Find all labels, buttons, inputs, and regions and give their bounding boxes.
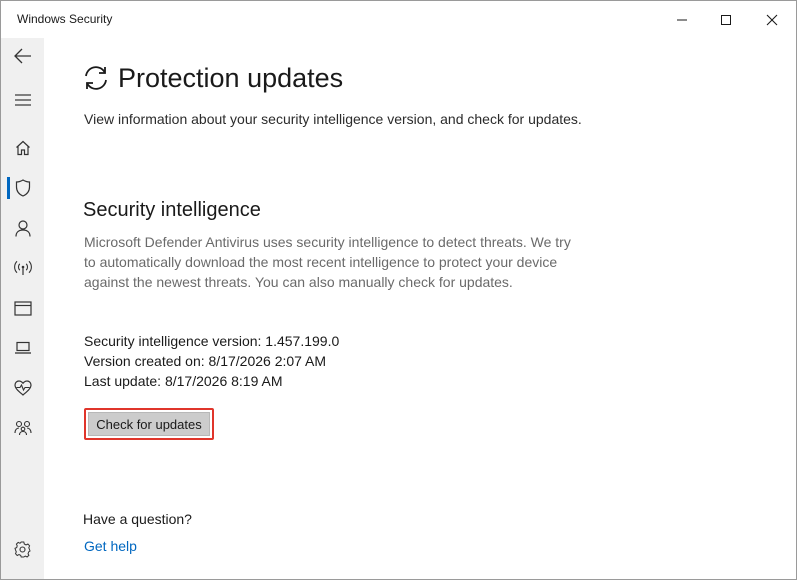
maximize-icon [721, 14, 731, 25]
close-button[interactable] [747, 1, 796, 38]
minimize-button[interactable] [657, 1, 707, 38]
nav-item-firewall[interactable] [1, 248, 44, 288]
menu-button[interactable] [1, 80, 44, 120]
main-content: Protection updates View information abou… [44, 38, 796, 579]
page-intro: View information about your security int… [84, 111, 582, 127]
gear-icon [14, 541, 31, 558]
title-bar: Windows Security [1, 1, 796, 38]
last-update: Last update: 8/17/2026 8:19 AM [84, 373, 283, 389]
sidebar [1, 38, 44, 579]
nav-item-family-options[interactable] [1, 408, 44, 448]
page-header: Protection updates [82, 60, 343, 96]
shield-icon [15, 179, 30, 197]
minimize-icon [677, 19, 687, 20]
back-arrow-icon [13, 48, 31, 64]
nav-item-device-security[interactable] [1, 328, 44, 368]
hamburger-menu-icon [14, 94, 31, 106]
windows-security-window: Windows Security Protection updates View… [0, 0, 797, 580]
nav-item-virus-protection[interactable] [1, 168, 44, 208]
section-heading: Security intelligence [83, 199, 261, 221]
heart-pulse-icon [13, 380, 32, 396]
nav-item-app-browser-control[interactable] [1, 288, 44, 328]
close-icon [766, 14, 778, 25]
person-icon [14, 219, 31, 237]
nav-item-home[interactable] [1, 128, 44, 168]
app-window-icon [13, 300, 32, 316]
nav-item-device-health[interactable] [1, 368, 44, 408]
section-description: Microsoft Defender Antivirus uses securi… [84, 234, 571, 290]
help-question: Have a question? [83, 511, 192, 527]
app-title: Windows Security [17, 12, 113, 26]
settings-button[interactable] [1, 529, 44, 569]
version-info: Security intelligence version: 1.457.199… [84, 331, 339, 391]
nav-item-account-protection[interactable] [1, 208, 44, 248]
refresh-icon [85, 66, 107, 90]
page-title: Protection updates [118, 62, 344, 93]
maximize-button[interactable] [701, 1, 751, 38]
active-indicator [7, 177, 10, 199]
highlight-outline: Check for updates [84, 408, 214, 440]
laptop-icon [14, 341, 31, 354]
wireless-signal-icon [13, 260, 32, 275]
back-button[interactable] [1, 36, 44, 76]
version-created: Version created on: 8/17/2026 2:07 AM [84, 353, 327, 369]
family-icon [13, 420, 32, 436]
check-for-updates-button[interactable]: Check for updates [88, 412, 210, 436]
get-help-link[interactable]: Get help [84, 538, 137, 554]
intelligence-version: Security intelligence version: 1.457.199… [84, 333, 340, 349]
home-icon [15, 140, 30, 156]
